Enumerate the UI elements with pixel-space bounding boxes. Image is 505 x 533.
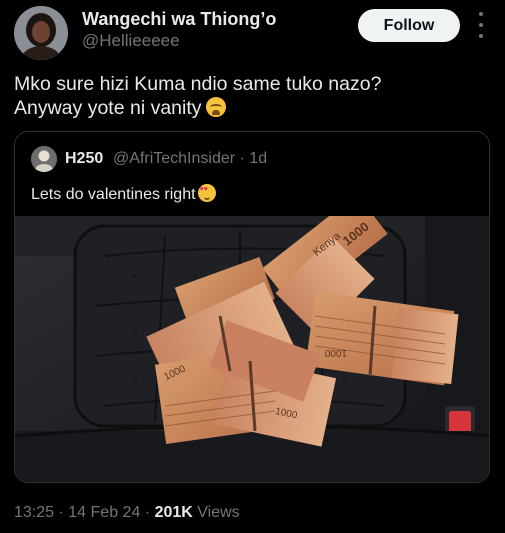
- quoted-photo[interactable]: Kenya 1000 1000 1000 1000: [15, 216, 489, 482]
- loudly-crying-face-icon: [205, 97, 226, 117]
- quoted-time: · 1d: [239, 150, 268, 167]
- quoted-handle: @AfriTechInsider: [113, 150, 236, 167]
- heart-eyes-face-icon: [197, 184, 216, 202]
- views-label: Views: [197, 504, 240, 521]
- author-avatar[interactable]: [14, 6, 68, 60]
- more-options-icon[interactable]: [473, 12, 489, 38]
- follow-button[interactable]: Follow: [358, 9, 460, 42]
- quoted-display-name: H250: [65, 150, 104, 167]
- post-text-line-2: Anyway yote ni vanity: [14, 96, 226, 120]
- post-date[interactable]: 14 Feb 24: [68, 504, 140, 521]
- photo-label-bundle-c: 1000: [324, 347, 347, 358]
- quoted-author-avatar: [31, 146, 57, 172]
- views-count: 201K: [154, 504, 193, 521]
- post-text-line-2-text: Anyway yote ni vanity: [14, 97, 202, 119]
- author-display-name[interactable]: Wangechi wa Thiong’o: [82, 9, 276, 30]
- quoted-tweet[interactable]: H250 @AfriTechInsider · 1d Lets do valen…: [14, 131, 490, 483]
- author-handle[interactable]: @Hellieeeee: [82, 31, 180, 51]
- quoted-handle-time: @AfriTechInsider · 1d: [113, 150, 267, 168]
- quoted-text-content: Lets do valentines right: [31, 186, 196, 203]
- quoted-text: Lets do valentines right: [31, 184, 216, 204]
- post-time[interactable]: 13:25: [14, 504, 54, 521]
- post-meta: 13:25 · 14 Feb 24 · 201K Views: [14, 504, 240, 521]
- post-text-line-1: Mko sure hizi Kuma ndio same tuko nazo?: [14, 73, 382, 95]
